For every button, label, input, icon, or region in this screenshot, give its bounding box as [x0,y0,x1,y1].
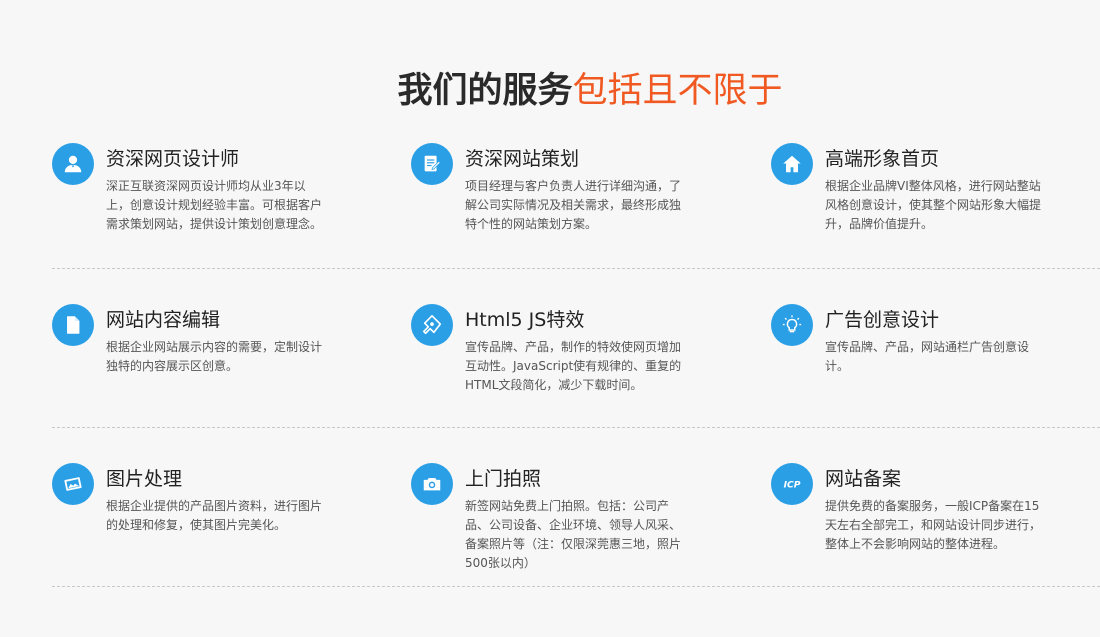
document-edit-icon [411,143,453,185]
service-title: 高端形象首页 [825,148,940,170]
home-icon [771,143,813,185]
services-row: 资深网页设计师 深正互联资深网页设计师均从业3年以上，创意设计规划经验丰富。可根… [52,135,1100,269]
service-desc: 项目经理与客户负责人进行详细沟通，了解公司实际情况及相关需求，最终形成独特个性的… [465,179,682,231]
service-title: 网站备案 [825,468,902,490]
service-desc: 提供免费的备案服务，一般ICP备案在15天左右全部完工，和网站设计同步进行，整体… [825,499,1042,551]
service-title: Html5 JS特效 [465,309,585,331]
service-desc: 宣传品牌、产品，网站通栏广告创意设计。 [825,340,1030,373]
icp-icon: ICP [771,463,813,505]
service-title: 上门拍照 [465,468,542,490]
lightbulb-icon [771,304,813,346]
service-title: 网站内容编辑 [106,309,221,331]
services-row: 图片处理 根据企业提供的产品图片资料，进行图片的处理和修复，使其图片完美化。 上… [52,428,1100,587]
service-desc: 根据企业品牌VI整体风格，进行网站整站风格创意设计，使其整个网站形象大幅提升，品… [825,179,1042,231]
service-title: 图片处理 [106,468,183,490]
services-grid: 资深网页设计师 深正互联资深网页设计师均从业3年以上，创意设计规划经验丰富。可根… [52,135,1100,587]
service-desc: 宣传品牌、产品，制作的特效使网页增加互动性。JavaScript使有规律的、重复… [465,340,682,392]
image-icon [52,463,94,505]
service-desc: 深正互联资深网页设计师均从业3年以上，创意设计规划经验丰富。可根据客户需求策划网… [106,179,323,231]
section-title-accent: 包括且不限于 [572,71,783,112]
service-desc: 新签网站免费上门拍照。包括：公司产品、公司设备、企业环境、领导人风采、备案照片等… [465,499,682,570]
section-title: 我们的服务包括且不限于 [0,67,1100,115]
service-title: 资深网站策划 [465,148,580,170]
service-desc: 根据企业提供的产品图片资料，进行图片的处理和修复，使其图片完美化。 [106,499,323,532]
services-row: 网站内容编辑 根据企业网站展示内容的需要，定制设计独特的内容展示区创意。 Htm… [52,269,1100,428]
service-title: 资深网页设计师 [106,148,240,170]
service-desc: 根据企业网站展示内容的需要，定制设计独特的内容展示区创意。 [106,340,323,373]
file-icon [52,304,94,346]
service-title: 广告创意设计 [825,309,940,331]
camera-icon [411,463,453,505]
section-title-main: 我们的服务 [397,71,573,112]
svg-text:ICP: ICP [784,480,801,491]
user-icon [52,143,94,185]
pen-tool-icon [411,304,453,346]
